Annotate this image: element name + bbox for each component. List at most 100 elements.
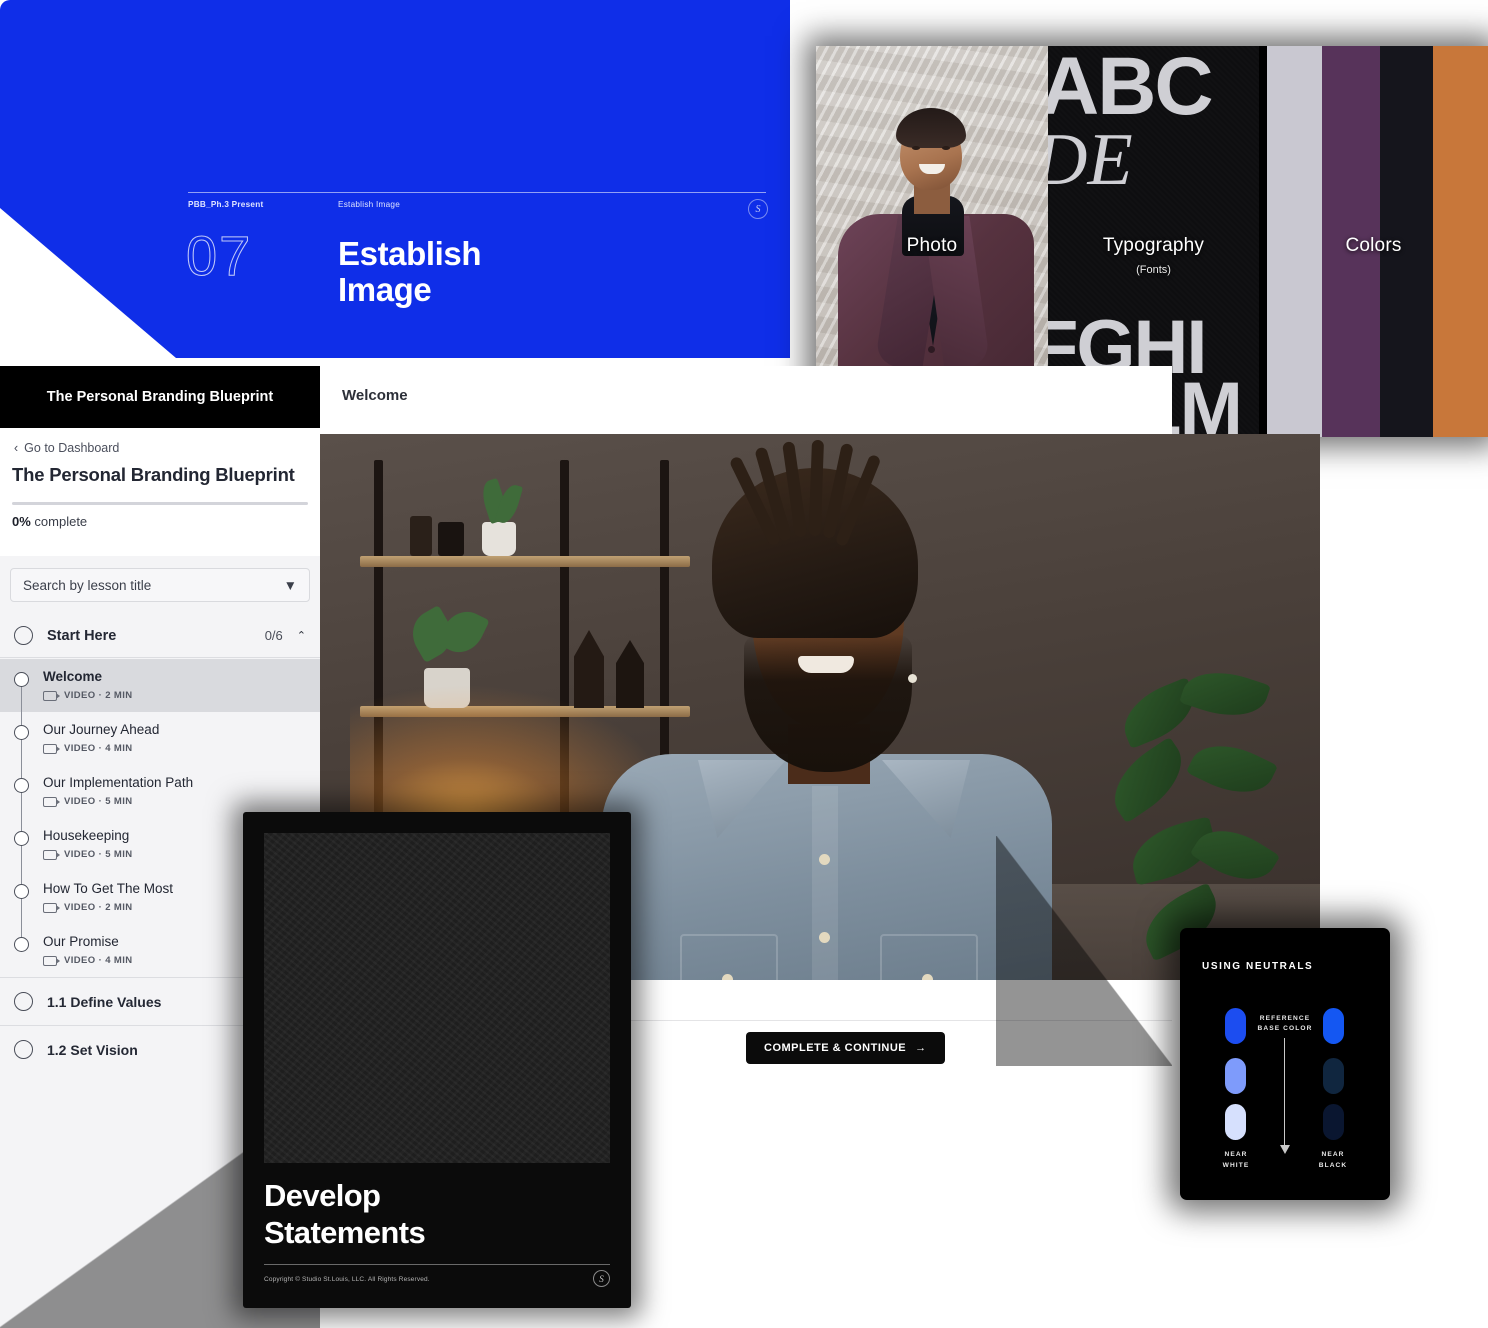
lesson-status-circle-icon — [14, 778, 29, 793]
lesson-body: Welcome VIDEO · 2 MIN — [43, 669, 133, 702]
course-title: The Personal Branding Blueprint — [12, 464, 295, 485]
arrow-down-icon — [1278, 1038, 1291, 1154]
photo-figure-eye — [942, 146, 950, 150]
lesson-title: How To Get The Most — [43, 881, 174, 896]
video-person-shirt-placket — [812, 786, 838, 980]
lesson-body: How To Get The Most VIDEO · 2 MIN — [43, 881, 173, 914]
chevron-up-icon: ⌃ — [296, 630, 306, 642]
near-black-line-2: BLACK — [1318, 1161, 1348, 1169]
lesson-status-circle-icon — [14, 937, 29, 952]
presentation-slide-establish-image: PBB_Ph.3 Present Establish Image 07 Esta… — [0, 0, 790, 358]
neutral-swatch-left — [1225, 1058, 1246, 1094]
video-person-shirt-pocket — [880, 934, 978, 980]
video-icon — [43, 849, 60, 860]
neutrals-reference-label: REFERENCE BASE COLOR — [1256, 1014, 1314, 1034]
neutral-swatch-right — [1323, 1008, 1344, 1044]
studio-logo-icon: S — [748, 199, 768, 219]
lesson-item-welcome[interactable]: Welcome VIDEO · 2 MIN — [0, 659, 320, 733]
lesson-meta: VIDEO · 5 MIN — [43, 849, 133, 860]
shelf-plant-leaf — [436, 603, 490, 661]
complete-and-continue-button[interactable]: COMPLETE & CONTINUE → — [746, 1032, 945, 1064]
near-black-line-1: NEAR — [1321, 1151, 1345, 1158]
statements-footer-rule — [264, 1264, 610, 1265]
composite-marketing-screenshot: PBB_Ph.3 Present Establish Image 07 Esta… — [0, 0, 1488, 1328]
studio-logo-icon: S — [593, 1270, 610, 1287]
lesson-title: Our Implementation Path — [43, 775, 194, 790]
neutrals-reference-line-1: REFERENCE — [1259, 1015, 1311, 1022]
video-person-pocket-button — [922, 974, 933, 980]
lesson-title: Our Journey Ahead — [43, 722, 160, 737]
slide-title: Establish Image — [338, 236, 482, 307]
video-icon — [43, 902, 60, 913]
photo-figure-button — [928, 346, 935, 353]
collage-panel-colors: Colors — [1259, 46, 1488, 437]
video-icon — [43, 690, 60, 701]
course-progress-label: 0% complete — [12, 514, 87, 529]
lesson-meta-text: VIDEO · 4 MIN — [64, 743, 133, 754]
lesson-item-our-implementation-path[interactable]: Our Implementation Path VIDEO · 5 MIN — [0, 765, 320, 839]
lesson-body: Our Journey Ahead VIDEO · 4 MIN — [43, 722, 159, 755]
shelf-board — [360, 556, 690, 567]
lesson-meta: VIDEO · 2 MIN — [43, 690, 133, 701]
video-person-earring — [908, 674, 917, 683]
video-icon — [43, 796, 60, 807]
lesson-status-circle-icon — [14, 725, 29, 740]
lesson-status-circle-icon — [14, 831, 29, 846]
neutrals-near-white-label: NEAR WHITE — [1201, 1150, 1271, 1171]
neutral-swatch-right — [1323, 1104, 1344, 1140]
slide-header-rule — [188, 192, 766, 193]
video-person-smile — [798, 656, 854, 673]
sidebar-section-start-here[interactable]: Start Here 0/6 ⌃ — [0, 614, 320, 658]
video-icon — [43, 955, 60, 966]
video-person-shirt-button — [819, 854, 830, 865]
shelf-object — [410, 516, 432, 556]
sidebar-topbar-title: The Personal Branding Blueprint — [46, 389, 274, 405]
lesson-meta: VIDEO · 4 MIN — [43, 743, 159, 754]
develop-statements-slide: Develop Statements Copyright © Studio St… — [243, 812, 631, 1308]
shelf-object — [438, 522, 464, 556]
slide-number: 07 — [185, 224, 253, 287]
lesson-title: Housekeeping — [43, 828, 130, 843]
type-specimen-row-2: DE — [1048, 119, 1133, 201]
go-to-dashboard-label: Go to Dashboard — [24, 441, 120, 455]
lesson-meta-text: VIDEO · 4 MIN — [64, 955, 133, 966]
neutral-swatch-right — [1323, 1058, 1344, 1094]
go-to-dashboard-link[interactable]: ‹ Go to Dashboard — [14, 441, 119, 455]
collage-sublabel-fonts: (Fonts) — [1136, 264, 1171, 276]
lesson-item-our-journey-ahead[interactable]: Our Journey Ahead VIDEO · 4 MIN — [0, 712, 320, 786]
chevron-down-icon: ▼ — [283, 577, 297, 593]
lesson-status-circle-icon — [14, 672, 29, 687]
near-white-line-2: WHITE — [1222, 1161, 1250, 1169]
course-progress-suffix: complete — [30, 514, 88, 529]
lesson-meta-text: VIDEO · 2 MIN — [64, 902, 133, 913]
complete-button-label: COMPLETE & CONTINUE — [764, 1042, 907, 1054]
shelf-plant-pot — [482, 522, 516, 556]
lesson-meta-text: VIDEO · 5 MIN — [64, 796, 133, 807]
statements-title-line-1: Develop — [264, 1178, 381, 1213]
search-lesson-value: Search by lesson title — [23, 577, 152, 593]
statements-copyright: Copyright © Studio St.Louis, LLC. All Ri… — [264, 1276, 430, 1283]
section-label: Start Here — [47, 627, 117, 644]
search-lesson-select[interactable]: Search by lesson title ▼ — [10, 568, 310, 602]
lesson-title: Our Promise — [43, 934, 119, 949]
lesson-meta: VIDEO · 2 MIN — [43, 902, 173, 913]
arrow-right-icon: → — [915, 1042, 927, 1054]
lesson-meta: VIDEO · 5 MIN — [43, 796, 193, 807]
section-label: 1.2 Set Vision — [47, 1041, 138, 1058]
course-progress-bar — [12, 502, 308, 505]
statements-title-line-2: Statements — [264, 1214, 426, 1250]
statements-hero-image — [264, 833, 610, 1163]
photo-figure-eye — [912, 146, 920, 150]
section-label: 1.1 Define Values — [47, 993, 162, 1010]
lesson-meta-text: VIDEO · 5 MIN — [64, 849, 133, 860]
chevron-left-icon: ‹ — [14, 441, 19, 455]
section-progress-count: 0/6 — [264, 628, 283, 643]
near-white-line-1: NEAR — [1224, 1151, 1248, 1158]
collage-label-photo: Photo — [906, 235, 958, 256]
neutral-swatch-left — [1225, 1008, 1246, 1044]
collage-label-colors: Colors — [1345, 235, 1402, 256]
sidebar-header: ‹ Go to Dashboard The Personal Branding … — [0, 428, 320, 556]
lesson-body: Our Implementation Path VIDEO · 5 MIN — [43, 775, 193, 808]
video-person-pocket-button — [722, 974, 733, 980]
video-person-shirt-pocket — [680, 934, 778, 980]
